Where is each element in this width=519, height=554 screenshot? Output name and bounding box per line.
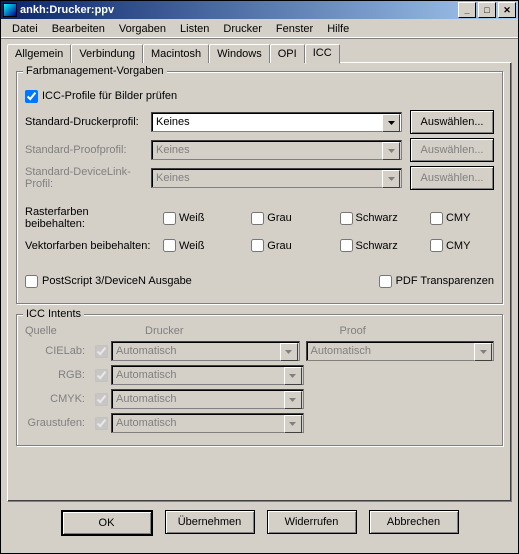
raster-schwarz[interactable]: Schwarz (336, 209, 398, 228)
menu-fenster[interactable]: Fenster (269, 21, 320, 37)
menu-listen[interactable]: Listen (173, 21, 216, 37)
std-proof-combo: Keines (151, 140, 402, 160)
pdf-transparency-checkbox[interactable]: PDF Transparenzen (379, 275, 494, 288)
menubar: Datei Bearbeiten Vorgaben Listen Drucker… (1, 19, 518, 39)
std-proof-value: Keines (156, 144, 190, 156)
intent-gray-printer-combo: Automatisch (111, 413, 304, 433)
menu-vorgaben[interactable]: Vorgaben (112, 21, 173, 37)
raster-grau[interactable]: Grau (247, 209, 307, 228)
dialog-buttons: OK Übernehmen Widerrufen Abbrechen (7, 510, 512, 536)
vector-schwarz[interactable]: Schwarz (336, 236, 398, 255)
ps3-checkbox[interactable]: PostScript 3/DeviceN Ausgabe (25, 275, 192, 288)
apply-button[interactable]: Übernehmen (165, 510, 255, 534)
intent-cmyk-printer-combo: Automatisch (111, 389, 304, 409)
chevron-down-icon (284, 391, 302, 409)
cancel-button[interactable]: Abbrechen (369, 510, 459, 534)
ok-button[interactable]: OK (61, 510, 153, 536)
vector-weiss[interactable]: Weiß (159, 236, 219, 255)
intent-cielab-check (95, 345, 108, 358)
intents-hdr-printer: Drucker (105, 325, 300, 337)
window: ankh:Drucker:ppv _ □ ✕ Datei Bearbeiten … (0, 0, 519, 554)
raster-label: Rasterfarben beibehalten: (25, 206, 151, 230)
std-printer-combo[interactable]: Keines (151, 112, 402, 132)
std-devlink-label: Standard-DeviceLink-Profil: (25, 166, 151, 190)
chevron-down-icon (284, 415, 302, 433)
app-icon (3, 3, 17, 17)
tab-icc[interactable]: ICC (305, 44, 340, 64)
chevron-down-icon (280, 343, 298, 361)
tab-macintosh[interactable]: Macintosh (143, 44, 209, 63)
raster-row: Rasterfarben beibehalten: Weiß Grau Schw… (25, 206, 494, 230)
intent-rgb-printer-combo: Automatisch (111, 365, 304, 385)
vector-grau[interactable]: Grau (247, 236, 307, 255)
menu-hilfe[interactable]: Hilfe (320, 21, 356, 37)
raster-weiss[interactable]: Weiß (159, 209, 219, 228)
intent-cielab-proof-combo: Automatisch (306, 341, 495, 361)
chevron-down-icon (474, 343, 492, 361)
menu-bearbeiten[interactable]: Bearbeiten (45, 21, 112, 37)
std-proof-label: Standard-Proofprofil: (25, 144, 151, 156)
std-proof-choose-button: Auswählen... (410, 138, 494, 162)
intent-cmyk-label: CMYK: (25, 393, 91, 405)
tab-opi[interactable]: OPI (270, 44, 305, 63)
maximize-button[interactable]: □ (478, 2, 496, 18)
group-farbmanagement: Farbmanagement-Vorgaben ICC-Profile für … (16, 71, 503, 304)
check-icc-profiles-label: ICC-Profile für Bilder prüfen (42, 90, 177, 102)
check-icc-profiles[interactable]: ICC-Profile für Bilder prüfen (25, 86, 494, 106)
content: Allgemein Verbindung Macintosh Windows O… (1, 39, 518, 540)
std-printer-label: Standard-Druckerprofil: (25, 116, 151, 128)
tab-allgemein[interactable]: Allgemein (7, 44, 71, 63)
intent-gray-label: Graustufen: (25, 417, 91, 429)
vector-row: Vektorfarben beibehalten: Weiß Grau Schw… (25, 236, 494, 255)
raster-cmy[interactable]: CMY (426, 209, 486, 228)
std-devlink-combo: Keines (151, 168, 402, 188)
intent-cielab-label: CIELab: (25, 345, 91, 357)
group-icc-intents: ICC Intents Quelle Drucker Proof CIELab:… (16, 314, 503, 446)
std-printer-choose-button[interactable]: Auswählen... (410, 110, 494, 134)
tab-windows[interactable]: Windows (209, 44, 270, 63)
vector-cmy[interactable]: CMY (426, 236, 486, 255)
minimize-button[interactable]: _ (458, 2, 476, 18)
group-icc-intents-legend: ICC Intents (23, 308, 84, 320)
intent-rgb-label: RGB: (25, 369, 91, 381)
intent-cmyk-check (95, 393, 108, 406)
std-printer-value: Keines (156, 116, 190, 128)
vector-label: Vektorfarben beibehalten: (25, 240, 151, 252)
intents-hdr-source: Quelle (25, 325, 105, 337)
chevron-down-icon[interactable] (382, 114, 400, 132)
close-button[interactable]: ✕ (498, 2, 516, 18)
revert-button[interactable]: Widerrufen (267, 510, 357, 534)
std-devlink-choose-button: Auswählen... (410, 166, 494, 190)
chevron-down-icon (382, 142, 400, 160)
tab-page-icc: Farbmanagement-Vorgaben ICC-Profile für … (7, 62, 512, 502)
titlebar[interactable]: ankh:Drucker:ppv _ □ ✕ (1, 1, 518, 19)
group-farbmanagement-legend: Farbmanagement-Vorgaben (23, 65, 167, 77)
tabstrip: Allgemein Verbindung Macintosh Windows O… (7, 44, 512, 63)
intent-cielab-printer-combo: Automatisch (111, 341, 300, 361)
std-devlink-value: Keines (156, 172, 190, 184)
menu-datei[interactable]: Datei (5, 21, 45, 37)
chevron-down-icon (284, 367, 302, 385)
intent-rgb-check (95, 369, 108, 382)
intent-gray-check (95, 417, 108, 430)
menu-drucker[interactable]: Drucker (216, 21, 269, 37)
tab-verbindung[interactable]: Verbindung (71, 44, 143, 63)
chevron-down-icon (382, 170, 400, 188)
intents-hdr-proof: Proof (300, 325, 495, 337)
window-title: ankh:Drucker:ppv (20, 4, 456, 16)
check-icc-profiles-box[interactable] (25, 90, 38, 103)
